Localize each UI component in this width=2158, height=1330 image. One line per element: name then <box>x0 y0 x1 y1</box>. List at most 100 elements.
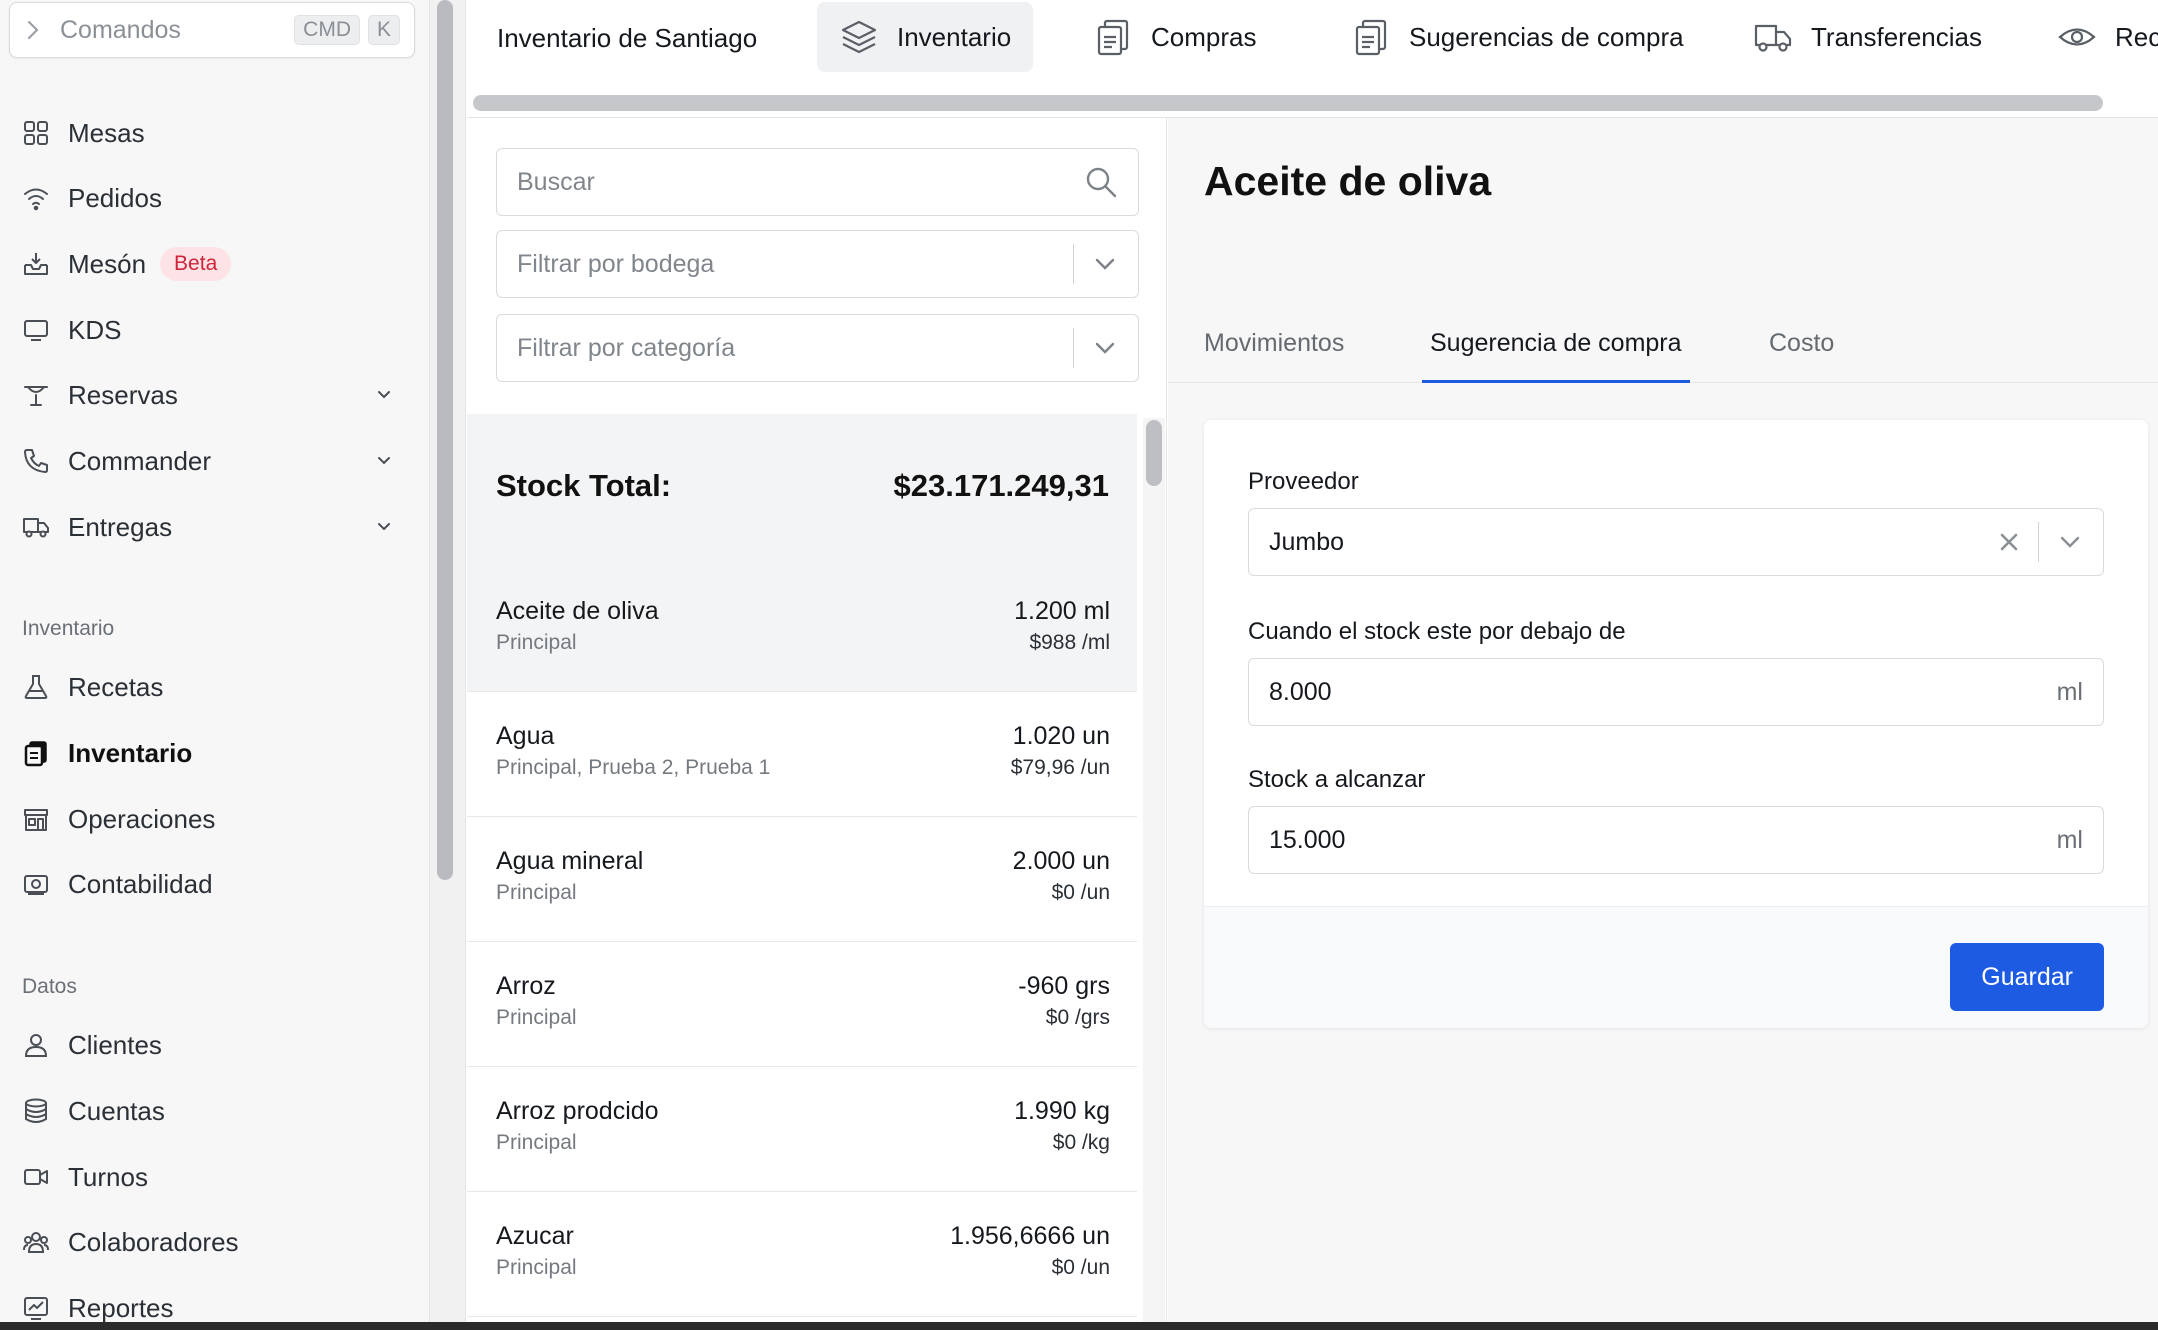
sidebar-item-label: Operaciones <box>68 803 216 834</box>
sidebar-item-recetas[interactable]: Recetas <box>22 667 402 707</box>
item-detail-pane: Aceite de oliva Movimientos Sugerencia d… <box>1168 118 2158 1330</box>
database-icon <box>22 1097 50 1125</box>
sidebar-item-label: Mesón <box>68 248 147 279</box>
tab-sugerencia-de-compra[interactable]: Sugerencia de compra <box>1422 313 1690 383</box>
chevron-down-icon <box>1092 251 1118 277</box>
list-item[interactable]: Agua Principal, Prueba 2, Prueba 1 1.020… <box>467 692 1137 817</box>
tab-label: Transferencias <box>1811 21 1982 52</box>
item-warehouses: Principal <box>496 631 577 654</box>
warehouse-filter-placeholder: Filtrar por bodega <box>517 249 715 278</box>
sidebar-item-contabilidad[interactable]: Contabilidad <box>22 864 402 904</box>
detail-tabs: Movimientos Sugerencia de compra Costo <box>1168 313 2158 383</box>
sidebar-item-cuentas[interactable]: Cuentas <box>22 1091 402 1131</box>
sidebar-item-colaboradores[interactable]: Colaboradores <box>22 1222 402 1262</box>
chart-icon <box>22 1294 50 1322</box>
item-warehouses: Principal <box>496 881 577 904</box>
chevron-down-icon <box>1092 335 1118 361</box>
tab-sugerencias-de-compra[interactable]: Sugerencias de compra <box>1329 2 1706 72</box>
sidebar-item-label: Pedidos <box>68 182 162 213</box>
chevron-right-icon <box>24 19 42 41</box>
user-icon <box>22 1031 50 1059</box>
tab-recuento[interactable]: Recue <box>2035 2 2158 72</box>
save-button[interactable]: Guardar <box>1950 943 2104 1011</box>
warehouse-filter-select[interactable]: Filtrar por bodega <box>496 230 1139 298</box>
select-divider <box>1073 244 1074 284</box>
sidebar-scrollbar-thumb[interactable] <box>437 0 453 880</box>
item-quantity: -960 grs <box>1018 972 1110 1000</box>
layers-icon <box>839 17 879 57</box>
item-warehouses: Principal <box>496 1256 577 1279</box>
clear-icon[interactable] <box>1998 531 2020 553</box>
sidebar-item-label: Colaboradores <box>68 1226 239 1257</box>
reservation-icon <box>22 381 50 409</box>
item-name: Aceite de oliva <box>496 597 659 625</box>
item-name: Azucar <box>496 1222 574 1250</box>
kbd-cmd: CMD <box>294 15 360 45</box>
threshold-value: 8.000 <box>1269 677 1332 706</box>
category-filter-select[interactable]: Filtrar por categoría <box>496 314 1139 382</box>
sidebar-item-entregas[interactable]: Entregas <box>22 507 402 547</box>
search-input[interactable]: Buscar <box>496 148 1139 216</box>
tabs-horizontal-scrollbar[interactable] <box>473 95 2103 111</box>
list-item[interactable]: Agua mineral Principal 2.000 un $0 /un <box>467 817 1137 942</box>
target-stock-value: 15.000 <box>1269 825 1346 854</box>
sidebar-item-pedidos[interactable]: Pedidos <box>22 178 402 218</box>
inbox-icon <box>22 250 50 278</box>
sidebar-item-label: KDS <box>68 314 122 345</box>
location-title: Inventario de Santiago <box>497 23 758 53</box>
list-scrollbar-thumb[interactable] <box>1146 420 1162 486</box>
sidebar-item-mesas[interactable]: Mesas <box>22 113 402 153</box>
sidebar-item-label: Recetas <box>68 671 164 702</box>
sidebar-item-inventario[interactable]: Inventario <box>22 733 402 773</box>
sidebar-item-reservas[interactable]: Reservas <box>22 375 402 415</box>
list-item[interactable]: Arroz prodcido Principal 1.990 kg $0 /kg <box>467 1067 1137 1192</box>
video-icon <box>22 1163 50 1191</box>
supplier-value: Jumbo <box>1269 527 1345 556</box>
supplier-select[interactable]: Jumbo <box>1248 508 2104 576</box>
item-quantity: 1.990 kg <box>1014 1097 1110 1125</box>
sidebar: Comandos CMD K Mesas Pedidos Mesón Beta … <box>0 0 430 1330</box>
tab-transferencias[interactable]: Transferencias <box>1731 2 2004 72</box>
item-unit-price: $988 /ml <box>1029 631 1110 654</box>
tab-costo[interactable]: Costo <box>1761 313 1842 383</box>
money-icon <box>22 870 50 898</box>
search-icon <box>1084 165 1118 199</box>
item-name: Arroz <box>496 972 556 1000</box>
search-placeholder: Buscar <box>517 167 595 196</box>
clipboard-icon <box>22 739 50 767</box>
wifi-icon <box>22 184 50 212</box>
os-taskbar-strip <box>0 1322 2158 1330</box>
monitor-icon <box>22 316 50 344</box>
section-label-inventario: Inventario <box>22 617 115 640</box>
sidebar-item-label: Reservas <box>68 379 178 410</box>
item-name: Agua mineral <box>496 847 644 875</box>
sidebar-item-meson[interactable]: Mesón Beta <box>22 244 402 284</box>
purchase-suggestion-form: Proveedor Jumbo Cuando el stock este por… <box>1204 420 2148 1028</box>
command-palette-button[interactable]: Comandos CMD K <box>9 2 415 58</box>
threshold-input[interactable]: 8.000 ml <box>1248 658 2104 726</box>
sidebar-item-turnos[interactable]: Turnos <box>22 1157 402 1197</box>
sidebar-item-kds[interactable]: KDS <box>22 310 402 350</box>
tab-inventario[interactable]: Inventario <box>817 2 1034 72</box>
stock-total-value: $23.171.249,31 <box>893 468 1110 503</box>
sidebar-item-clientes[interactable]: Clientes <box>22 1025 402 1065</box>
item-quantity: 1.200 ml <box>1014 597 1110 625</box>
tab-label: Recue <box>2115 21 2158 52</box>
tab-movimientos[interactable]: Movimientos <box>1196 313 1352 383</box>
list-item[interactable]: Aceite de oliva Principal 1.200 ml $988 … <box>467 567 1137 692</box>
kbd-k: K <box>367 15 400 45</box>
target-stock-input[interactable]: 15.000 ml <box>1248 806 2104 874</box>
list-scrollbar[interactable] <box>1143 418 1165 1328</box>
sidebar-item-label: Mesas <box>68 117 145 148</box>
item-name: Arroz prodcido <box>496 1097 659 1125</box>
sidebar-item-operaciones[interactable]: Operaciones <box>22 799 402 839</box>
list-item[interactable]: Arroz Principal -960 grs $0 /grs <box>467 942 1137 1067</box>
sidebar-item-commander[interactable]: Commander <box>22 441 402 481</box>
inventory-list-pane: Buscar Filtrar por bodega Filtrar por ca… <box>467 118 1167 1330</box>
list-item[interactable]: Azucar Principal 1.956,6666 un $0 /un <box>467 1192 1137 1317</box>
item-quantity: 1.020 un <box>1012 722 1110 750</box>
chevron-down-icon <box>374 451 394 471</box>
item-warehouses: Principal <box>496 1131 577 1154</box>
tab-compras[interactable]: Compras <box>1071 2 1278 72</box>
item-unit-price: $0 /grs <box>1045 1006 1110 1029</box>
